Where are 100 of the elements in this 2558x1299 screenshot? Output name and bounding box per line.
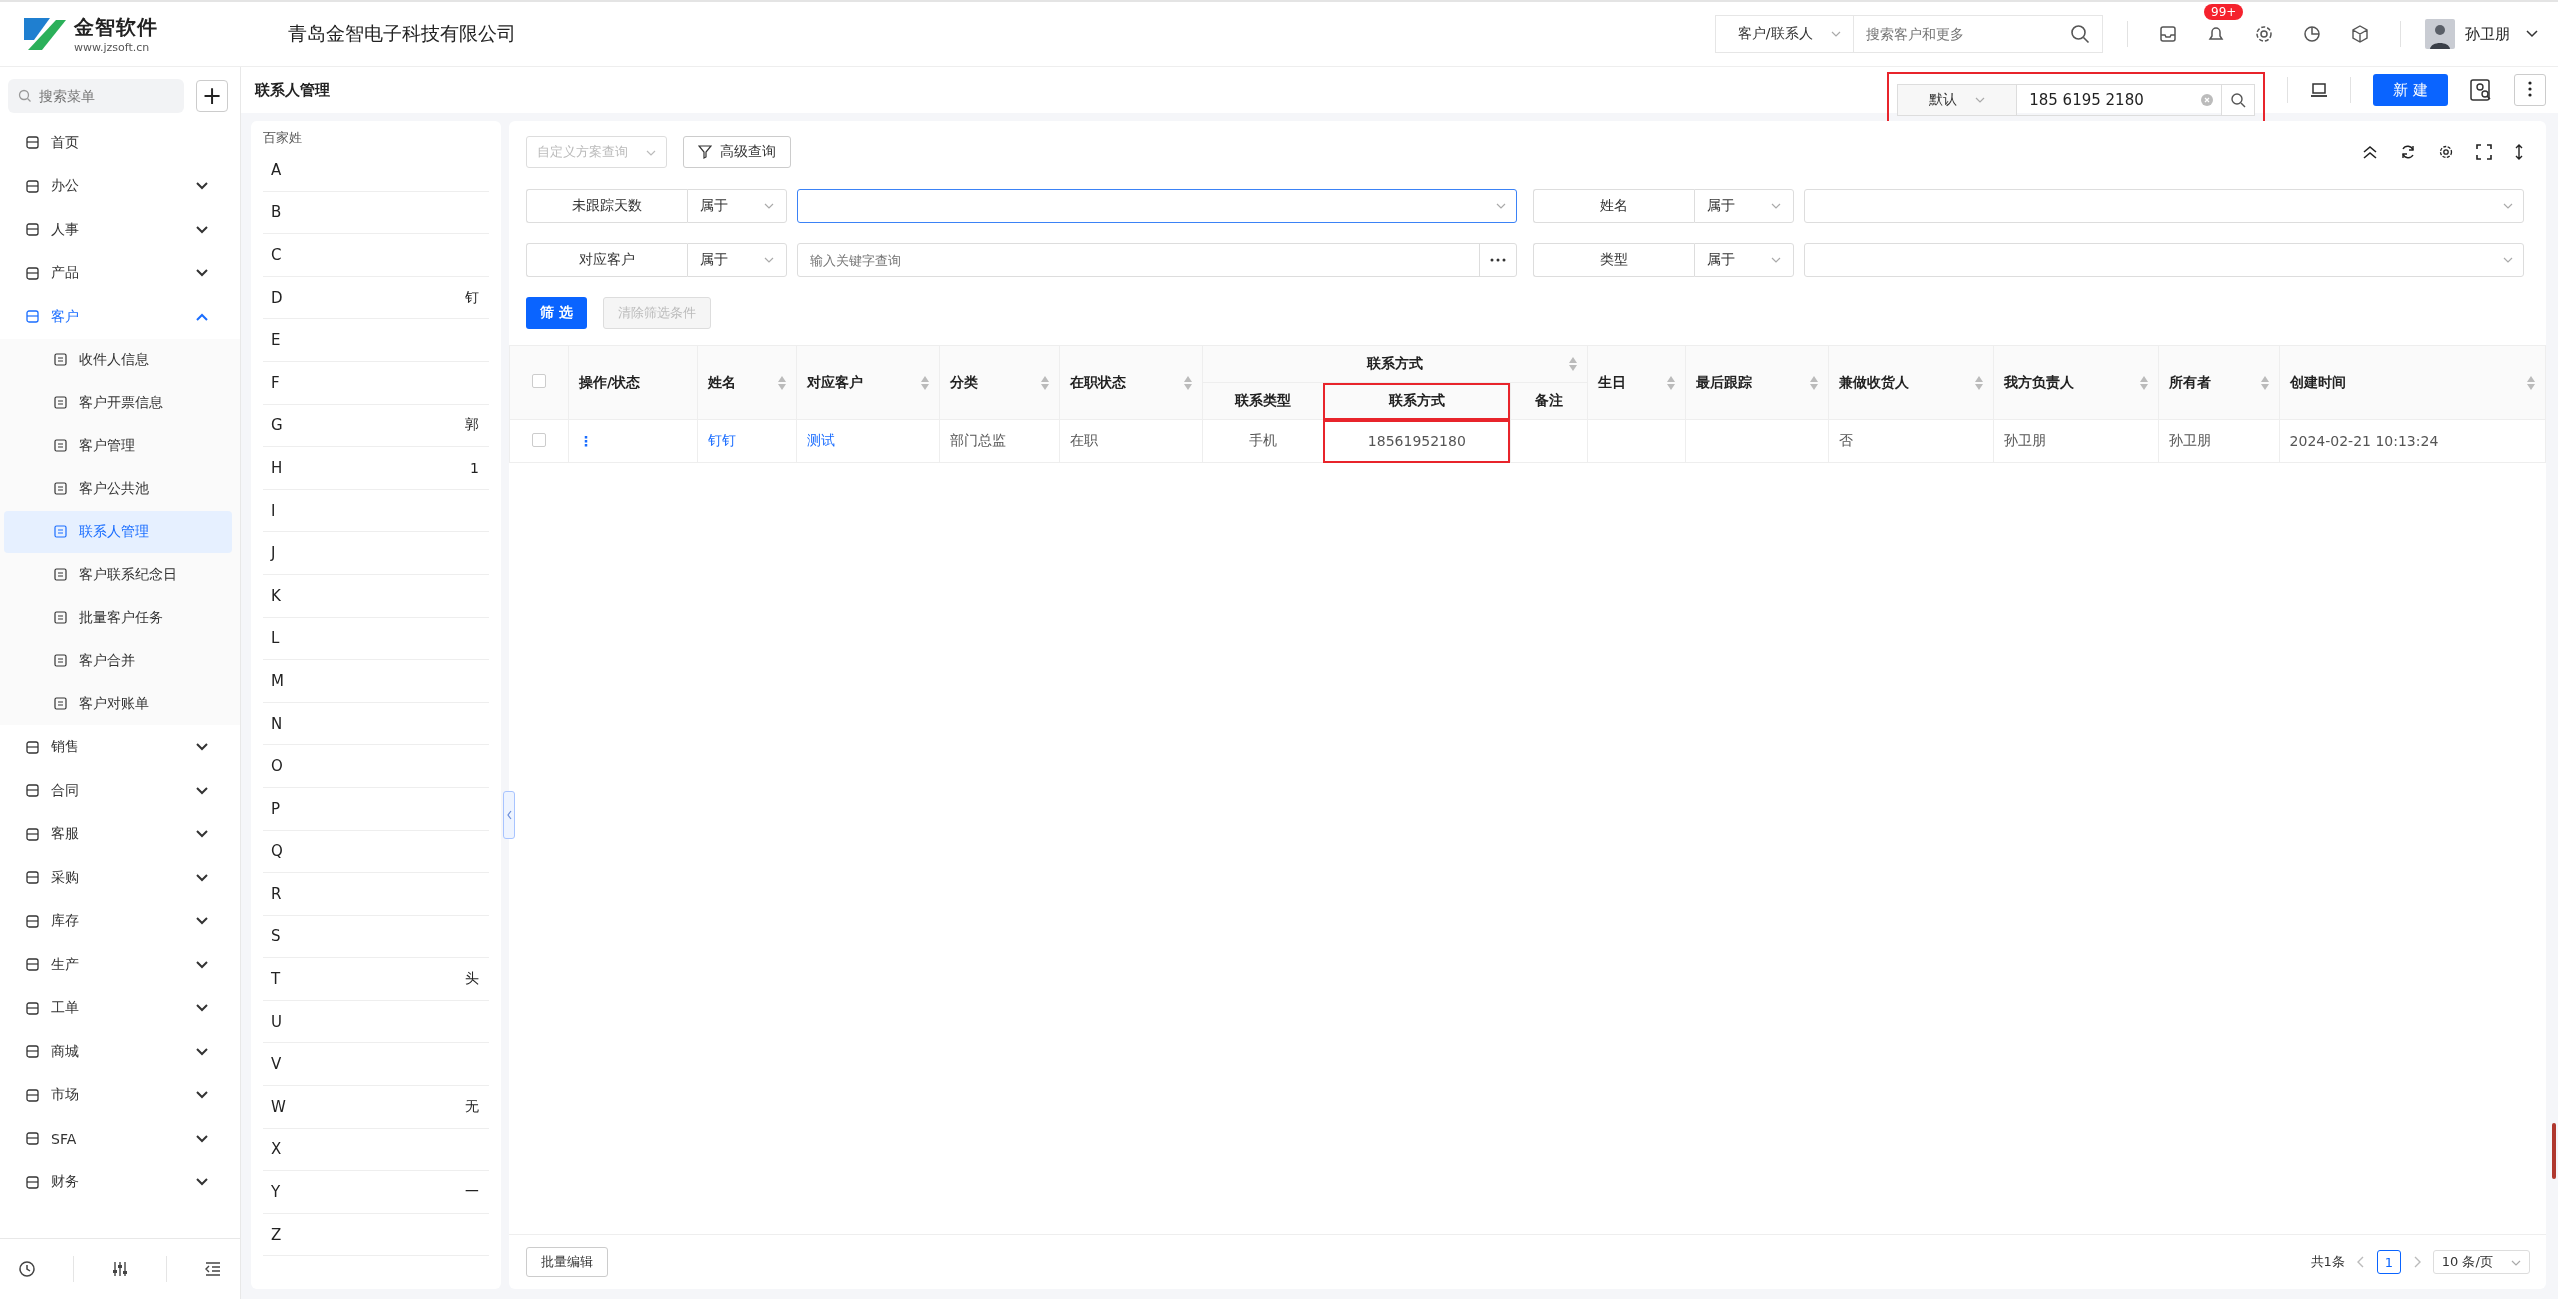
column-header[interactable]: 在职状态 xyxy=(1059,345,1203,420)
letter-row[interactable]: W 无 xyxy=(263,1086,489,1129)
sort-icon[interactable] xyxy=(1667,375,1676,390)
batch-edit-button[interactable]: 批量编辑 xyxy=(526,1247,608,1277)
letter-row[interactable]: H 1 xyxy=(263,447,489,490)
sort-icon[interactable] xyxy=(2527,375,2535,390)
column-header[interactable]: 联系类型 xyxy=(1202,382,1324,420)
chevron-down-icon[interactable] xyxy=(2526,30,2538,38)
menu-item[interactable]: 库存 xyxy=(0,899,240,943)
surname[interactable]: 1 xyxy=(470,459,479,476)
column-header[interactable]: 联系方式 xyxy=(1323,382,1511,420)
checkbox[interactable] xyxy=(532,374,546,388)
settings-icon[interactable] xyxy=(2438,144,2454,160)
letter-row[interactable]: U xyxy=(263,1000,489,1044)
search-button[interactable] xyxy=(2221,84,2256,116)
menu-item[interactable]: 商城 xyxy=(0,1030,240,1074)
column-header[interactable]: 兼做收货人 xyxy=(1828,345,1994,420)
menu-search-field[interactable]: 搜索菜单 xyxy=(8,79,184,113)
more-button[interactable] xyxy=(2514,74,2546,106)
fullscreen-icon[interactable] xyxy=(2476,144,2492,160)
table-cell[interactable]: 测试 xyxy=(796,419,940,463)
submenu-item[interactable]: 客户公共池 xyxy=(4,467,232,510)
surname[interactable]: 一 xyxy=(465,1183,479,1202)
search-icon[interactable] xyxy=(2070,24,2090,44)
column-header[interactable]: 姓名 xyxy=(697,345,797,420)
sort-icon[interactable] xyxy=(1041,375,1050,390)
menu-item[interactable]: 首页 xyxy=(0,121,240,165)
letter-row[interactable]: O xyxy=(263,745,489,788)
avatar[interactable] xyxy=(2425,19,2455,49)
sort-icon[interactable] xyxy=(920,375,929,390)
menu-item[interactable]: 客户 xyxy=(0,295,240,339)
letter-row[interactable]: J xyxy=(263,532,489,575)
menu-item[interactable]: 客服 xyxy=(0,812,240,856)
menu-item[interactable]: 合同 xyxy=(0,769,240,813)
sort-icon[interactable] xyxy=(2139,375,2148,390)
letter-row[interactable]: D 钉 xyxy=(263,276,489,320)
submenu-item[interactable]: 联系人管理 xyxy=(4,510,232,553)
column-header[interactable]: 所有者 xyxy=(2158,345,2280,420)
letter-row[interactable]: M xyxy=(263,660,489,703)
letter-row[interactable]: T 头 xyxy=(263,958,489,1001)
submenu-item[interactable]: 客户开票信息 xyxy=(4,381,232,424)
column-header[interactable]: 对应客户 xyxy=(796,345,940,420)
submenu-item[interactable]: 批量客户任务 xyxy=(4,596,232,639)
letter-row[interactable]: C xyxy=(263,234,489,277)
submenu-item[interactable]: 客户对账单 xyxy=(4,682,232,725)
letter-row[interactable]: S xyxy=(263,915,489,959)
submenu-item[interactable]: 客户合并 xyxy=(4,639,232,682)
letter-row[interactable]: Z xyxy=(263,1213,489,1257)
menu-item[interactable]: 采购 xyxy=(0,856,240,900)
laptop-icon[interactable] xyxy=(2310,82,2329,98)
sort-icon[interactable] xyxy=(2260,375,2269,390)
search-mode-dropdown[interactable]: 默认 xyxy=(1897,84,2018,116)
refresh-icon[interactable] xyxy=(2400,144,2416,160)
sliders-icon[interactable] xyxy=(111,1260,129,1278)
letter-row[interactable]: L xyxy=(263,617,489,661)
letter-row[interactable]: E xyxy=(263,319,489,362)
column-header[interactable]: 创建时间 xyxy=(2279,345,2546,420)
contact-search-field[interactable]: 185 6195 2180 xyxy=(2017,84,2222,116)
letter-row[interactable]: K xyxy=(263,574,489,618)
letter-row[interactable]: N xyxy=(263,702,489,746)
history-icon[interactable] xyxy=(18,1260,37,1278)
user-name[interactable]: 孙卫朋 xyxy=(2465,24,2510,44)
surname[interactable]: 钉 xyxy=(465,288,479,307)
cube-icon[interactable] xyxy=(2350,24,2370,44)
row-height-icon[interactable] xyxy=(2514,144,2524,160)
page-size-dropdown[interactable]: 10 条/页 xyxy=(2432,1250,2530,1274)
letter-row[interactable]: B xyxy=(263,191,489,235)
letter-row[interactable]: F xyxy=(263,361,489,405)
collapse-handle[interactable] xyxy=(503,791,515,839)
add-button[interactable]: + xyxy=(196,80,228,112)
letter-row[interactable]: I xyxy=(263,489,489,533)
operator-dropdown[interactable]: 属于 xyxy=(687,243,787,277)
column-header[interactable]: 操作/状态 xyxy=(568,345,698,420)
submenu-item[interactable]: 客户管理 xyxy=(4,424,232,467)
advanced-search-button[interactable]: 高级查询 xyxy=(683,136,792,168)
letter-row[interactable]: X xyxy=(263,1128,489,1172)
menu-item[interactable]: 工单 xyxy=(0,986,240,1030)
column-header[interactable]: 备注 xyxy=(1510,382,1588,420)
menu-item[interactable]: 财务 xyxy=(0,1160,240,1204)
next-page-icon[interactable] xyxy=(2412,1256,2421,1268)
surname[interactable]: 郭 xyxy=(465,416,479,435)
surname[interactable]: 无 xyxy=(465,1097,479,1116)
clear-icon[interactable] xyxy=(2201,94,2214,106)
submenu-item[interactable]: 客户联系纪念日 xyxy=(4,553,232,596)
column-header[interactable]: 最后跟踪 xyxy=(1685,345,1829,420)
contact-search-icon[interactable] xyxy=(2470,79,2492,101)
menu-item[interactable]: 办公 xyxy=(0,164,240,208)
column-header[interactable]: 生日 xyxy=(1587,345,1686,420)
surname[interactable]: 头 xyxy=(465,970,479,989)
inbox-icon[interactable] xyxy=(2158,24,2178,44)
letter-row[interactable]: G 郭 xyxy=(263,404,489,448)
column-header[interactable]: 联系方式 xyxy=(1202,345,1588,383)
sort-icon[interactable] xyxy=(1810,375,1819,390)
column-header[interactable]: 我方负责人 xyxy=(1993,345,2159,420)
previous-page-icon[interactable] xyxy=(2356,1256,2365,1268)
sort-icon[interactable] xyxy=(1184,375,1193,390)
pie-chart-icon[interactable] xyxy=(2302,24,2322,44)
menu-item[interactable]: 生产 xyxy=(0,943,240,987)
filter-value-dropdown[interactable] xyxy=(797,189,1517,223)
table-cell[interactable]: 钉钉 xyxy=(697,419,797,463)
